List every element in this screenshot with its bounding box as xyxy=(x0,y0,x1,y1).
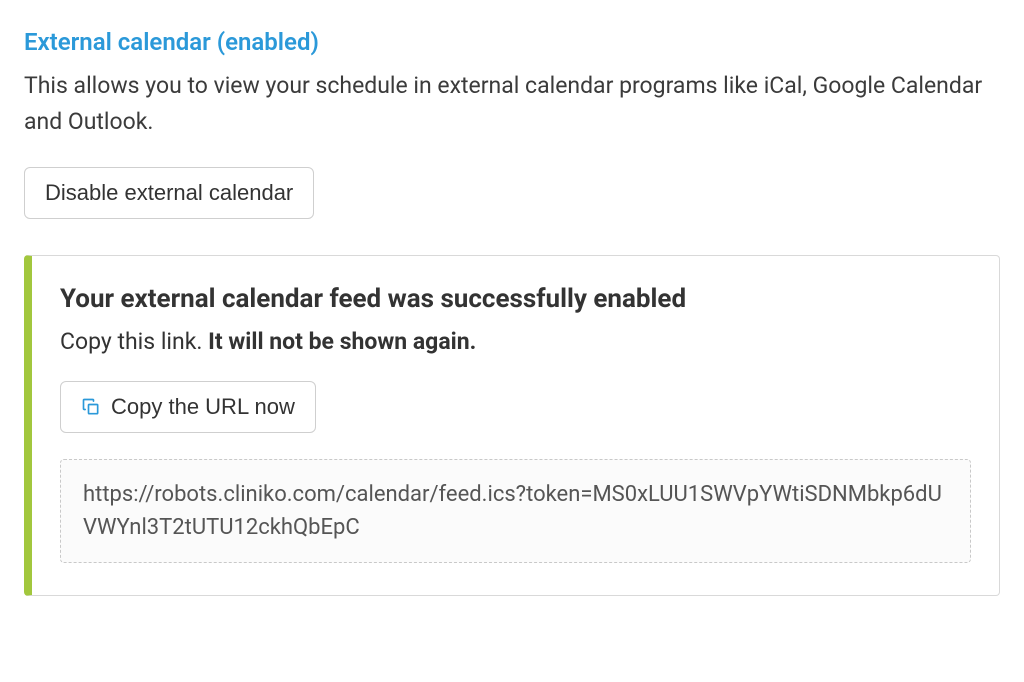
notice-subline-bold: It will not be shown again. xyxy=(208,328,476,355)
section-description: This allows you to view your schedule in… xyxy=(24,68,1000,139)
calendar-feed-url[interactable]: https://robots.cliniko.com/calendar/feed… xyxy=(60,459,971,563)
copy-button-label: Copy the URL now xyxy=(111,394,295,420)
copy-url-button[interactable]: Copy the URL now xyxy=(60,381,316,433)
notice-title: Your external calendar feed was successf… xyxy=(60,284,971,314)
notice-subline: Copy this link. It will not be shown aga… xyxy=(60,328,971,355)
disable-button-label: Disable external calendar xyxy=(45,180,293,206)
disable-external-calendar-button[interactable]: Disable external calendar xyxy=(24,167,314,219)
copy-icon xyxy=(81,397,101,417)
success-notice: Your external calendar feed was successf… xyxy=(24,255,1000,596)
section-heading: External calendar (enabled) xyxy=(24,28,1000,56)
notice-subline-plain: Copy this link. xyxy=(60,328,208,355)
